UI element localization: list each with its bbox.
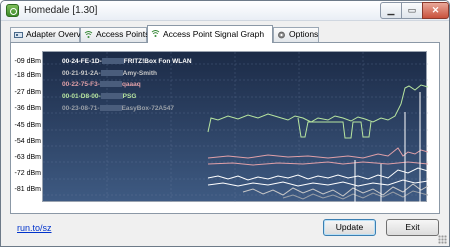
legend-ssid: PSG xyxy=(122,93,137,100)
legend-mac: 00-21-91-2A- xyxy=(62,70,101,77)
window-title: Homedale [1.30] xyxy=(24,5,98,16)
legend-mask xyxy=(100,70,123,77)
tab-access-points[interactable]: Access Points xyxy=(80,27,150,42)
y-tick-label: -27 dBm xyxy=(14,89,41,96)
legend-mac: 00-01-D8-00- xyxy=(62,93,101,100)
tab-signal-graph[interactable]: Access Point Signal Graph xyxy=(147,25,273,43)
wifi-icon xyxy=(84,31,93,38)
y-tick-label: -63 dBm xyxy=(14,154,41,161)
gear-icon xyxy=(278,31,285,39)
legend-mac: 00-24-FE-1D- xyxy=(62,58,102,65)
signal-graph: 00-24-FE-1D- FRITZ!Box Fon WLAN 00-21-91-… xyxy=(42,51,428,203)
tab-adapter-overview[interactable]: Adapter Overview xyxy=(10,27,94,42)
adapter-icon xyxy=(14,32,23,38)
legend-entry: 00-24-FE-1D- FRITZ!Box Fon WLAN xyxy=(62,58,192,65)
wifi-graph-icon xyxy=(151,30,160,37)
tab-label: Options xyxy=(289,29,319,39)
legend-entry: 00-21-91-2A- Amy-Smith xyxy=(62,70,157,77)
y-tick-label: -72 dBm xyxy=(14,170,41,177)
y-tick-label: -81 dBm xyxy=(14,186,41,193)
tab-options[interactable]: Options xyxy=(273,27,319,42)
y-tick-label: -45 dBm xyxy=(14,122,41,129)
maximize-button[interactable]: ▭ xyxy=(401,2,423,19)
series-line-amy-smith xyxy=(242,183,428,197)
legend-ssid: Amy-Smith xyxy=(122,70,157,77)
legend-entry: 00-22-75-F3- qaaaq xyxy=(62,81,141,88)
legend-ssid: EasyBox-72A547 xyxy=(121,105,174,112)
homepage-link[interactable]: run.to/sz xyxy=(17,223,52,233)
app-icon xyxy=(6,4,19,17)
series-line-psg xyxy=(207,84,428,133)
y-tick-label: -54 dBm xyxy=(14,138,41,145)
legend-mask xyxy=(99,81,122,88)
resize-grip[interactable] xyxy=(438,235,447,244)
tab-label: Access Points xyxy=(96,29,150,39)
app-window: Homedale [1.30] ▁ ▭ ✕ Adapter Overview A… xyxy=(0,0,450,247)
exit-button[interactable]: Exit xyxy=(386,219,439,236)
title-bar: Homedale [1.30] ▁ ▭ ✕ xyxy=(1,1,449,21)
legend-mask xyxy=(100,93,123,100)
tab-label: Access Point Signal Graph xyxy=(163,29,265,39)
legend-mac: 00-23-08-71- xyxy=(62,105,100,112)
legend-ssid: qaaaq xyxy=(121,81,141,88)
legend-mask xyxy=(101,58,124,65)
y-tick-label: -36 dBm xyxy=(14,105,41,112)
close-button[interactable]: ✕ xyxy=(422,2,449,19)
update-button[interactable]: Update xyxy=(323,219,376,236)
y-tick-label: -09 dBm xyxy=(14,58,41,65)
series-line-fritz xyxy=(207,167,428,181)
series-line-fritz-2 xyxy=(207,179,428,187)
legend-mac: 00-22-75-F3- xyxy=(62,81,100,88)
minimize-button[interactable]: ▁ xyxy=(380,2,402,19)
legend-entry: 00-01-D8-00- PSG xyxy=(62,93,136,100)
legend-entry: 00-23-08-71- EasyBox-72A547 xyxy=(62,105,174,112)
legend-ssid: FRITZ!Box Fon WLAN xyxy=(123,58,192,65)
legend-mask xyxy=(99,105,122,112)
series-line-qaaaq-2 xyxy=(207,161,428,166)
series-line-qaaaq xyxy=(207,147,428,159)
y-tick-label: -18 dBm xyxy=(14,72,41,79)
